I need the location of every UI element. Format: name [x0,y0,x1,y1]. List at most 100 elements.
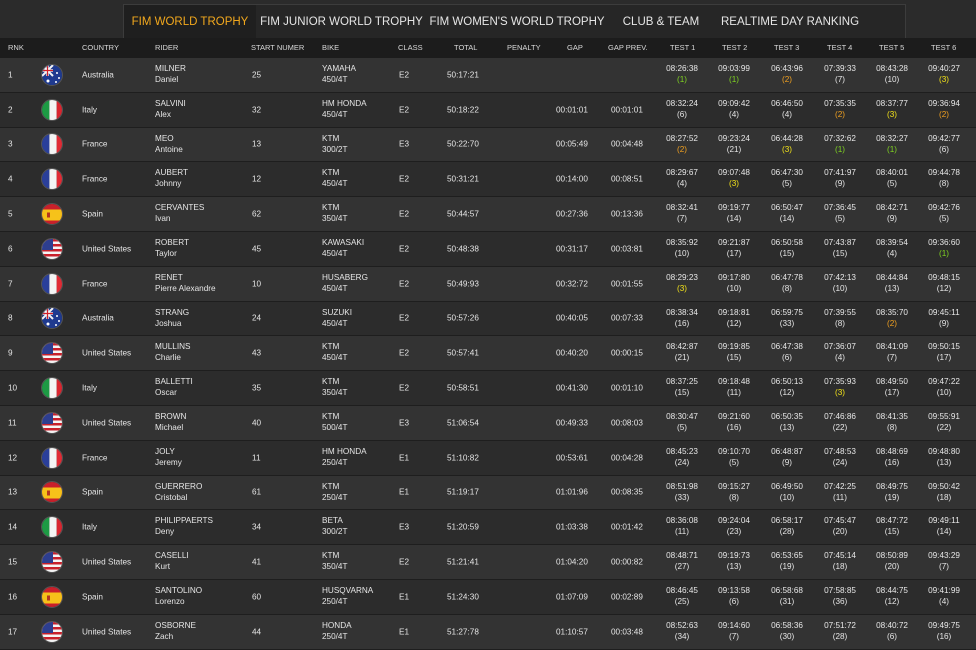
rider-cell[interactable]: MULLINS Charlie [155,341,191,363]
header-total[interactable]: TOTAL [454,38,477,58]
table-row[interactable]: 4 France AUBERT Johnny 12 KTM 450/4T E2 50:31:21… [0,162,976,198]
test-position: (19) [884,492,900,502]
test-position: (10) [936,388,952,398]
start-number-cell: 11 [252,453,261,463]
rider-cell[interactable]: JOLY Jeremy [155,446,182,468]
total-cell: 51:19:17 [447,487,479,497]
rider-cell[interactable]: BROWN Michael [155,411,186,433]
test-time: 08:40:72 [876,620,908,630]
header-bike[interactable]: BIKE [322,38,339,58]
country-cell: Spain [82,487,103,497]
test-6-cell: 09:50:15 (17) [918,341,970,363]
table-row[interactable]: 2 Italy SALVINI Alex 32 HM HONDA 450/4T E2 50:18… [0,92,976,128]
rider-cell[interactable]: CERVANTES Ivan [155,202,204,224]
header-test-3[interactable]: TEST 3 [774,38,799,58]
test-3-cell: 06:53:65 (19) [761,550,813,572]
test-time: 09:40:27 [928,64,960,73]
tab-club-team[interactable]: CLUB & TEAM [607,5,715,39]
table-row[interactable]: 3 France MEO Antoine 13 KTM 300/2T E3 50:22:70 00… [0,127,976,163]
header-test-1[interactable]: TEST 1 [670,38,695,58]
test-4-cell: 07:51:72 (28) [814,620,866,642]
table-row[interactable]: 8 Australia STRANG Joshua 24 SUZUKI 450/4T E2 50… [0,301,976,337]
rider-cell[interactable]: BALLETTI Oscar [155,376,193,398]
header-class[interactable]: CLASS [398,38,423,58]
table-row[interactable]: 16 Spain SANTOLINO Lorenzo 60 HUSQVARNA 250/4T… [0,579,976,615]
test-4-cell: 07:45:47 (20) [814,515,866,537]
header-start-number[interactable]: START NUMER [251,38,304,58]
table-row[interactable]: 14 Italy PHILIPPAERTS Deny 34 BETA 300/2T E3 51:… [0,510,976,546]
header-country[interactable]: COUNTRY [82,38,119,58]
it-flag-icon [41,377,63,400]
class-cell: E2 [399,70,410,80]
test-time: 08:43:28 [876,64,908,73]
rider-cell[interactable]: AUBERT Johnny [155,167,188,189]
test-position: (3) [676,283,687,293]
test-position: (13) [726,562,742,572]
test-4-cell: 07:32:62 (1) [814,133,866,155]
class-cell: E1 [399,627,410,637]
rider-cell[interactable]: PHILIPPAERTS Deny [155,515,213,537]
tab-fim-womens-world-trophy[interactable]: FIM WOMEN'S WORLD TROPHY [427,5,607,39]
gap-prev-cell: 00:07:33 [611,313,643,323]
header-test-2[interactable]: TEST 2 [722,38,747,58]
rider-cell[interactable]: ROBERT Taylor [155,237,189,259]
table-row[interactable]: 5 Spain CERVANTES Ivan 62 KTM 350/4T E2 50:44:57… [0,197,976,232]
test-2-cell: 09:17:80 (10) [708,272,760,294]
test-position: (25) [674,596,690,606]
tab-fim-junior-world-trophy[interactable]: FIM JUNIOR WORLD TROPHY [256,5,427,39]
rider-cell[interactable]: CASELLI Kurt [155,550,189,572]
table-row[interactable]: 7 France RENET Pierre Alexandre 10 HUSABERG 45… [0,266,976,302]
test-position: (15) [726,353,742,363]
rider-cell[interactable]: SALVINI Alex [155,98,186,120]
test-6-cell: 09:42:77 (6) [918,133,970,155]
tab-label: CLUB & TEAM [622,16,700,28]
table-row[interactable]: 1 Australia MILNER Daniel 25 YAMAHA 450/4T E2 50… [0,58,976,93]
test-2-cell: 09:14:60 (7) [708,620,760,642]
table-row[interactable]: 10 Italy BALLETTI Oscar 35 KTM 350/4T E2 50:58:5… [0,371,976,406]
table-row[interactable]: 15 United States CASELLI Kurt 41 KTM 350/4T E2 5… [0,545,976,580]
rider-first-name: Zach [155,631,174,641]
test-position: (7) [886,353,897,363]
header-penalty[interactable]: PENALTY [507,38,541,58]
test-1-cell: 08:46:45 (25) [656,585,708,607]
header-test-5[interactable]: TEST 5 [879,38,904,58]
test-time: 08:26:38 [666,64,698,73]
rider-last-name: JOLY [155,446,175,456]
test-time: 09:45:11 [928,307,960,317]
header-test-4[interactable]: TEST 4 [827,38,852,58]
rider-cell[interactable]: RENET Pierre Alexandre [155,272,216,294]
rider-cell[interactable]: MEO Antoine [155,133,183,155]
total-cell: 51:27:78 [447,627,479,637]
test-3-cell: 06:46:50 (4) [761,98,813,120]
test-time: 08:47:72 [876,516,908,526]
rider-cell[interactable]: MILNER Daniel [155,63,186,85]
tab-fim-world-trophy[interactable]: FIM WORLD TROPHY [124,5,256,39]
test-5-cell: 08:35:70 (2) [866,307,918,329]
header-gap-prev[interactable]: GAP PREV. [608,38,648,58]
bike-engine: 450/4T [322,353,348,363]
header-rider[interactable]: RIDER [155,38,178,58]
table-row[interactable]: 9 United States MULLINS Charlie 43 KTM 450/4T E… [0,336,976,372]
test-position: (8) [886,422,897,432]
test-time: 07:46:86 [824,411,856,421]
rider-cell[interactable]: GUERRERO Cristobal [155,481,202,503]
tab-realtime-day-ranking[interactable]: REALTIME DAY RANKING [715,5,865,39]
rider-cell[interactable]: OSBORNE Zach [155,620,196,642]
bike-make: KTM [322,481,340,491]
header-rank[interactable]: RNK [8,38,24,58]
total-cell: 50:57:26 [447,313,479,323]
start-number-cell: 44 [252,627,262,637]
header-gap[interactable]: GAP [567,38,583,58]
table-row[interactable]: 11 United States BROWN Michael 40 KTM 500/4T E3… [0,405,976,441]
test-position: (9) [938,318,949,328]
test-position: (17) [884,388,900,398]
table-row[interactable]: 13 Spain GUERRERO Cristobal 61 KTM 250/4T E1 51:… [0,475,976,511]
header-test-6[interactable]: TEST 6 [931,38,956,58]
table-row[interactable]: 17 United States OSBORNE Zach 44 HONDA 250/4T E… [0,614,976,650]
table-row[interactable]: 6 United States ROBERT Taylor 45 KAWASAKI 450/… [0,231,976,267]
rider-cell[interactable]: SANTOLINO Lorenzo [155,585,202,607]
table-row[interactable]: 12 France JOLY Jeremy 11 HM HONDA 250/4T E1 51:1… [0,440,976,476]
bike-make: YAMAHA [322,64,356,73]
test-position: (36) [832,596,848,606]
rider-cell[interactable]: STRANG Joshua [155,307,189,329]
